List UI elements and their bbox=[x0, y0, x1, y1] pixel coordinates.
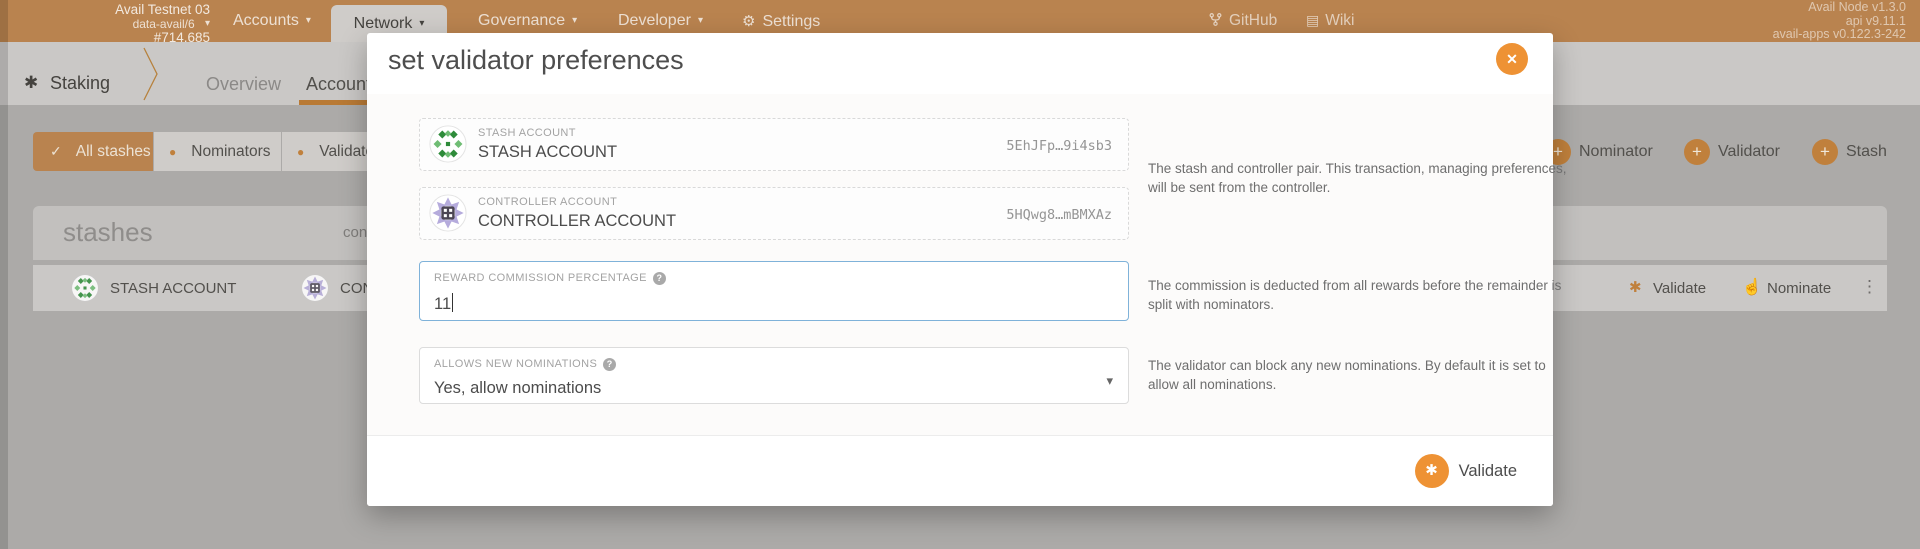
nominations-label: ALLOWS NEW NOMINATIONS? bbox=[434, 358, 616, 371]
chain-name: Avail Testnet 03 bbox=[0, 3, 210, 17]
nav-settings[interactable]: ⚙Settings bbox=[742, 12, 820, 31]
github-link[interactable]: GitHub bbox=[1208, 12, 1277, 30]
nominations-dropdown[interactable]: ALLOWS NEW NOMINATIONS? Yes, allow nomin… bbox=[419, 347, 1129, 404]
add-stash-button[interactable]: +Stash bbox=[1812, 139, 1887, 165]
help-icon[interactable]: ? bbox=[653, 272, 666, 285]
controller-account-field: CONTROLLER ACCOUNT CONTROLLER ACCOUNT 5H… bbox=[419, 187, 1129, 240]
dot-icon: ● bbox=[297, 145, 304, 159]
stash-identicon bbox=[429, 125, 467, 168]
help-icon[interactable]: ? bbox=[603, 358, 616, 371]
version-info: Avail Node v1.3.0 api v9.11.1 avail-apps… bbox=[1773, 1, 1906, 42]
modal-title: set validator preferences bbox=[388, 45, 684, 76]
validate-icon: ✱ bbox=[1629, 278, 1642, 296]
controller-identicon bbox=[301, 274, 329, 307]
github-branch-icon bbox=[1208, 12, 1223, 27]
close-icon: ✕ bbox=[1506, 51, 1518, 67]
commission-input[interactable]: REWARD COMMISSION PERCENTAGE? 11 bbox=[419, 261, 1129, 321]
modal-body: STASH ACCOUNT STASH ACCOUNT 5EhJFp…9i4sb… bbox=[367, 94, 1553, 435]
nominations-selected-value: Yes, allow nominations bbox=[434, 379, 601, 398]
tab-overview[interactable]: Overview bbox=[206, 74, 281, 95]
row-nominate-button[interactable]: Nominate bbox=[1767, 280, 1831, 297]
modal-footer: ✱ Validate bbox=[367, 435, 1553, 506]
section-title[interactable]: Staking bbox=[50, 73, 110, 94]
validate-burst-icon: ✱ bbox=[1415, 454, 1449, 488]
plus-icon: + bbox=[1684, 139, 1710, 165]
api-version: api v9.11.1 bbox=[1773, 15, 1906, 29]
stash-identicon bbox=[71, 274, 99, 307]
wiki-link[interactable]: ▤Wiki bbox=[1306, 12, 1355, 30]
caret-down-icon: ▾ bbox=[572, 15, 577, 26]
stash-filter-group: ✓All stashes ●Nominators ●Validators bbox=[33, 132, 412, 171]
controller-identicon bbox=[429, 194, 467, 237]
validate-submit-button[interactable]: ✱ Validate bbox=[1415, 454, 1517, 488]
breadcrumb-chevron-icon bbox=[143, 47, 159, 106]
staking-icon: ✱ bbox=[24, 73, 38, 93]
text-cursor-icon bbox=[452, 293, 453, 312]
nav-developer[interactable]: Developer▾ bbox=[618, 12, 703, 30]
row-validate-button[interactable]: Validate bbox=[1653, 280, 1706, 297]
controller-account-name: CONTROLLER ACCOUNT bbox=[478, 212, 676, 231]
filter-all-stashes[interactable]: ✓All stashes bbox=[33, 132, 153, 171]
nominate-hand-icon: ☝ bbox=[1742, 277, 1762, 297]
staking-page: Avail Testnet 03 data-avail/6 ▾ #714,685… bbox=[0, 0, 1920, 549]
wiki-icon: ▤ bbox=[1306, 12, 1319, 28]
left-edge-shadow bbox=[0, 0, 8, 549]
nav-governance[interactable]: Governance▾ bbox=[478, 12, 577, 30]
node-version: Avail Node v1.3.0 bbox=[1773, 1, 1906, 15]
check-icon: ✓ bbox=[50, 143, 62, 160]
caret-down-icon: ▾ bbox=[419, 18, 424, 29]
commission-value: 11 bbox=[434, 293, 453, 314]
controller-address: 5HQwg8…mBMXAz bbox=[1006, 207, 1112, 223]
stash-controller-help-text: The stash and controller pair. This tran… bbox=[1148, 160, 1568, 198]
caret-down-icon: ▾ bbox=[205, 18, 210, 29]
commission-label: REWARD COMMISSION PERCENTAGE? bbox=[434, 272, 666, 285]
apps-version: avail-apps v0.122.3-242 bbox=[1773, 28, 1906, 42]
commission-help-text: The commission is deducted from all rewa… bbox=[1148, 277, 1568, 315]
dot-icon: ● bbox=[169, 145, 176, 159]
plus-icon: + bbox=[1812, 139, 1838, 165]
chain-selector[interactable]: Avail Testnet 03 data-avail/6 ▾ #714,685 bbox=[0, 3, 210, 45]
filter-nominators[interactable]: ●Nominators bbox=[154, 132, 281, 171]
add-validator-button[interactable]: +Validator bbox=[1684, 139, 1780, 165]
chevron-down-icon: ▾ bbox=[1106, 373, 1113, 389]
caret-down-icon: ▾ bbox=[698, 15, 703, 26]
nominations-help-text: The validator can block any new nominati… bbox=[1148, 357, 1568, 395]
stash-address: 5EhJFp…9i4sb3 bbox=[1006, 138, 1112, 154]
stash-account-name: STASH ACCOUNT bbox=[478, 143, 617, 162]
controller-field-label: CONTROLLER ACCOUNT bbox=[478, 196, 617, 208]
caret-down-icon: ▾ bbox=[306, 15, 311, 26]
chain-relay: data-avail/6 ▾ bbox=[0, 17, 210, 32]
table-title: stashes bbox=[63, 217, 153, 248]
row-stash-name: STASH ACCOUNT bbox=[110, 280, 236, 297]
close-button[interactable]: ✕ bbox=[1496, 43, 1528, 75]
stash-account-field: STASH ACCOUNT STASH ACCOUNT 5EhJFp…9i4sb… bbox=[419, 118, 1129, 171]
stash-field-label: STASH ACCOUNT bbox=[478, 127, 576, 139]
gear-icon: ⚙ bbox=[742, 13, 755, 30]
row-menu-kebab-icon[interactable]: ⋮ bbox=[1861, 277, 1878, 297]
nav-accounts[interactable]: Accounts▾ bbox=[233, 12, 311, 30]
set-validator-preferences-modal: set validator preferences ✕ STASH ACCOUN… bbox=[367, 33, 1553, 506]
